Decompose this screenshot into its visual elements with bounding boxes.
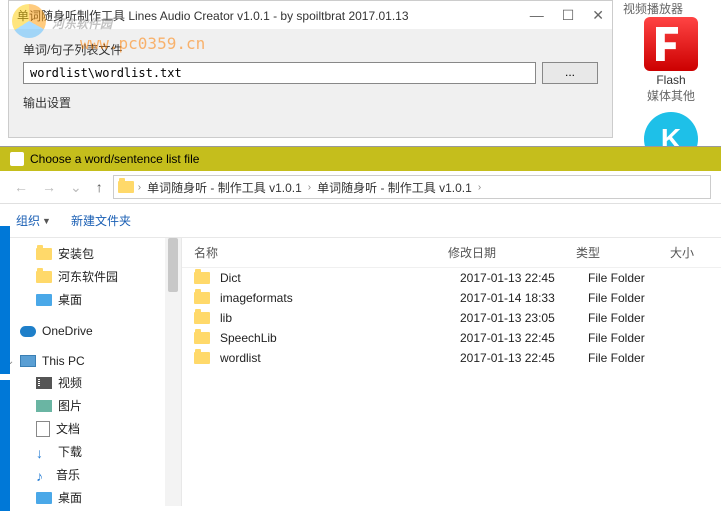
nav-recent-dropdown[interactable]: ⌄	[66, 177, 86, 198]
col-size[interactable]: 大小	[670, 244, 709, 261]
folder-icon	[194, 312, 210, 324]
desktop-icon	[36, 294, 52, 306]
tree-item[interactable]: ♪音乐	[0, 463, 181, 486]
file-dialog: Choose a word/sentence list file ← → ⌄ ↑…	[0, 146, 721, 511]
tree-item[interactable]: 桌面	[0, 486, 181, 506]
tree-item[interactable]: 图片	[0, 394, 181, 417]
folder-icon	[118, 181, 134, 193]
file-type: File Folder	[588, 351, 682, 365]
nav-up-button[interactable]: ↑	[92, 177, 107, 197]
file-name: Dict	[220, 271, 460, 285]
tree-item[interactable]: 视频	[0, 371, 181, 394]
watermark-url: www.pc0359.cn	[80, 34, 205, 53]
documents-icon	[36, 421, 50, 437]
maximize-button[interactable]: ☐	[562, 7, 575, 24]
tree-item[interactable]: 下载	[0, 440, 181, 463]
folder-icon	[194, 352, 210, 364]
file-date: 2017-01-13 22:45	[460, 351, 588, 365]
tree-item[interactable]: 桌面	[0, 288, 181, 311]
nav-back-button[interactable]: ←	[10, 177, 32, 197]
column-headers: 名称 修改日期 类型 大小	[182, 238, 721, 268]
tree-item-onedrive[interactable]: ›OneDrive	[0, 321, 181, 341]
dialog-titlebar: Choose a word/sentence list file	[0, 147, 721, 171]
tree-item[interactable]: 河东软件园	[0, 265, 181, 288]
onedrive-icon	[20, 326, 36, 337]
file-date: 2017-01-13 23:05	[460, 311, 588, 325]
titlebar: 单词随身听制作工具 Lines Audio Creator v1.0.1 - b…	[9, 1, 612, 29]
flash-icon	[644, 17, 698, 71]
pc-icon	[20, 355, 36, 367]
file-type: File Folder	[588, 331, 682, 345]
folder-icon	[36, 271, 52, 283]
left-edge-strip	[0, 226, 10, 511]
file-row[interactable]: lib2017-01-13 23:05File Folder	[182, 308, 721, 328]
folder-icon	[36, 248, 52, 260]
file-list: 名称 修改日期 类型 大小 Dict2017-01-13 22:45File F…	[182, 238, 721, 506]
dialog-title: Choose a word/sentence list file	[30, 152, 199, 166]
organize-button[interactable]: 组织 ▼	[16, 212, 51, 229]
dialog-icon	[10, 152, 24, 166]
file-date: 2017-01-13 22:45	[460, 271, 588, 285]
file-row[interactable]: imageformats2017-01-14 18:33File Folder	[182, 288, 721, 308]
desktop-icons: 视频播放器 Flash 媒体其他 K	[623, 0, 719, 166]
file-row[interactable]: SpeechLib2017-01-13 22:45File Folder	[182, 328, 721, 348]
breadcrumb-segment[interactable]: 单词随身听 - 制作工具 v1.0.1	[315, 179, 474, 196]
tree-scrollbar[interactable]	[165, 238, 181, 506]
flash-desktop-icon[interactable]: Flash 媒体其他	[623, 17, 719, 104]
file-row[interactable]: wordlist2017-01-13 22:45File Folder	[182, 348, 721, 368]
col-date[interactable]: 修改日期	[448, 244, 576, 261]
file-date: 2017-01-14 18:33	[460, 291, 588, 305]
window-title: 单词随身听制作工具 Lines Audio Creator v1.0.1 - b…	[17, 7, 530, 24]
wordlist-path-input[interactable]	[23, 62, 536, 84]
file-type: File Folder	[588, 311, 682, 325]
output-label: 输出设置	[23, 94, 598, 111]
downloads-icon	[36, 445, 52, 459]
file-name: lib	[220, 311, 460, 325]
file-name: imageformats	[220, 291, 460, 305]
app-window: 单词随身听制作工具 Lines Audio Creator v1.0.1 - b…	[8, 0, 613, 138]
file-type: File Folder	[588, 271, 682, 285]
col-type[interactable]: 类型	[576, 244, 670, 261]
tree-item[interactable]: 文档	[0, 417, 181, 440]
file-name: wordlist	[220, 351, 460, 365]
nav-bar: ← → ⌄ ↑ › 单词随身听 - 制作工具 v1.0.1 › 单词随身听 - …	[0, 171, 721, 204]
video-icon	[36, 377, 52, 389]
close-button[interactable]: ✕	[592, 7, 604, 24]
file-name: SpeechLib	[220, 331, 460, 345]
file-row[interactable]: Dict2017-01-13 22:45File Folder	[182, 268, 721, 288]
breadcrumb-segment[interactable]: 单词随身听 - 制作工具 v1.0.1	[145, 179, 304, 196]
col-name[interactable]: 名称	[194, 244, 448, 261]
folder-icon	[194, 292, 210, 304]
file-type: File Folder	[588, 291, 682, 305]
pictures-icon	[36, 400, 52, 412]
music-icon: ♪	[36, 468, 50, 482]
desktop-text-top: 视频播放器	[623, 0, 719, 17]
new-folder-button[interactable]: 新建文件夹	[71, 212, 131, 229]
browse-button[interactable]: ...	[542, 62, 598, 84]
tree-item[interactable]: 安装包	[0, 242, 181, 265]
nav-forward-button[interactable]: →	[38, 177, 60, 197]
minimize-button[interactable]: —	[530, 7, 544, 24]
folder-icon	[194, 272, 210, 284]
tree-item-thispc[interactable]: ⌄This PC	[0, 351, 181, 371]
dialog-toolbar: 组织 ▼ 新建文件夹	[0, 204, 721, 238]
address-bar[interactable]: › 单词随身听 - 制作工具 v1.0.1 › 单词随身听 - 制作工具 v1.…	[113, 175, 711, 199]
file-date: 2017-01-13 22:45	[460, 331, 588, 345]
folder-icon	[194, 332, 210, 344]
desktop-icon	[36, 492, 52, 504]
folder-tree: 安装包 河东软件园 桌面 ›OneDrive ⌄This PC 视频 图片 文档…	[0, 238, 182, 506]
